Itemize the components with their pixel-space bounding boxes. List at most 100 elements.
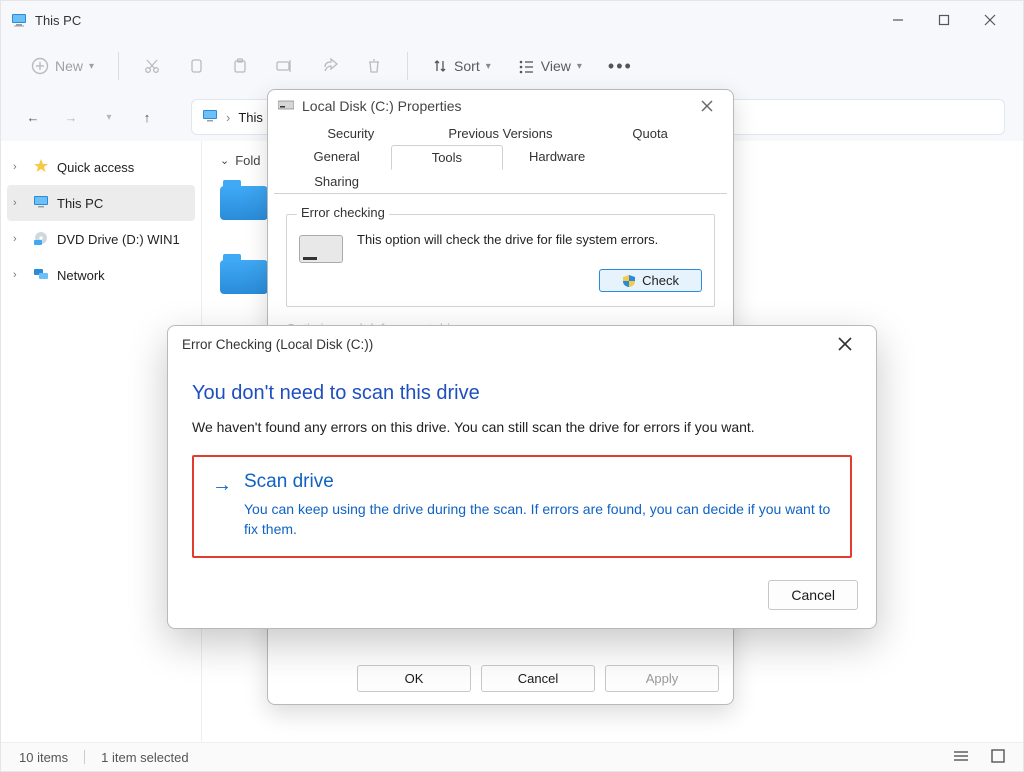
- properties-footer: OK Cancel Apply: [357, 665, 719, 692]
- thumbnails-view-toggle[interactable]: [991, 749, 1005, 766]
- scan-drive-option[interactable]: → Scan drive You can keep using the driv…: [192, 455, 852, 558]
- properties-tabs-row1: Security Previous Versions Quota: [268, 122, 733, 145]
- minimize-button[interactable]: [875, 4, 921, 36]
- error-checking-footer: Cancel: [168, 580, 876, 628]
- network-icon: [33, 266, 49, 285]
- tab-general[interactable]: General: [282, 145, 391, 170]
- error-checking-heading: You don't need to scan this drive: [192, 382, 852, 405]
- back-button[interactable]: ←: [19, 103, 47, 131]
- status-item-count: 10 items: [19, 750, 68, 765]
- check-button[interactable]: Check: [599, 269, 702, 292]
- cut-button[interactable]: [133, 51, 171, 81]
- delete-button[interactable]: [355, 51, 393, 81]
- properties-title: Local Disk (C:) Properties: [302, 98, 462, 114]
- share-icon: [321, 57, 339, 75]
- maximize-button[interactable]: [921, 4, 967, 36]
- sort-button[interactable]: Sort ▾: [422, 52, 501, 80]
- tab-security[interactable]: Security: [276, 122, 426, 145]
- chevron-right-icon: ›: [13, 161, 25, 173]
- error-checking-group: Error checking This option will check th…: [286, 214, 715, 307]
- this-pc-icon: [202, 108, 218, 127]
- tab-sharing[interactable]: Sharing: [282, 170, 391, 193]
- sort-icon: [432, 58, 448, 74]
- view-button[interactable]: View ▾: [507, 52, 592, 80]
- copy-button[interactable]: [177, 51, 215, 81]
- error-checking-title: Error Checking (Local Disk (C:)): [182, 337, 373, 352]
- tab-hardware[interactable]: Hardware: [503, 145, 612, 170]
- tab-tools[interactable]: Tools: [391, 145, 502, 170]
- sidebar-item-quick-access[interactable]: › Quick access: [1, 149, 201, 185]
- this-pc-icon: [11, 12, 27, 28]
- sidebar-item-label: Quick access: [57, 160, 134, 175]
- rename-icon: [275, 57, 295, 75]
- chevron-down-icon: ⌄: [220, 154, 229, 167]
- shield-icon: [622, 274, 636, 288]
- sort-label: Sort: [454, 58, 480, 74]
- chevron-right-icon: ›: [13, 233, 25, 245]
- plus-circle-icon: [31, 57, 49, 75]
- chevron-down-icon: ▾: [486, 61, 491, 72]
- scan-drive-description: You can keep using the drive during the …: [244, 499, 832, 540]
- close-button[interactable]: [967, 4, 1013, 36]
- chevron-right-icon: ›: [13, 197, 25, 209]
- trash-icon: [365, 57, 383, 75]
- drive-icon: [278, 99, 294, 114]
- sidebar-item-label: DVD Drive (D:) WIN1: [57, 232, 180, 247]
- breadcrumb-segment[interactable]: This: [238, 110, 263, 125]
- sidebar-item-label: Network: [57, 268, 105, 283]
- sidebar-item-network[interactable]: › Network: [1, 257, 201, 293]
- status-selected-count: 1 item selected: [101, 750, 188, 765]
- toolbar: New ▾ Sort ▾ View ▾ •••: [1, 39, 1023, 93]
- window-title: This PC: [35, 13, 81, 28]
- drive-icon: [299, 235, 343, 263]
- chevron-down-icon: ▾: [577, 61, 582, 72]
- disc-icon: [33, 230, 49, 249]
- rename-button[interactable]: [265, 51, 305, 81]
- chevron-right-icon: ›: [226, 110, 230, 125]
- properties-titlebar: Local Disk (C:) Properties: [268, 90, 733, 122]
- error-checking-description: This option will check the drive for fil…: [357, 231, 658, 249]
- sidebar-item-this-pc[interactable]: › This PC: [7, 185, 195, 221]
- check-label: Check: [642, 273, 679, 288]
- folder-tile[interactable]: [220, 260, 268, 294]
- tab-quota[interactable]: Quota: [575, 122, 725, 145]
- error-checking-body: You don't need to scan this drive We hav…: [168, 362, 876, 580]
- scissors-icon: [143, 57, 161, 75]
- group-title: Error checking: [297, 205, 389, 220]
- cancel-button[interactable]: Cancel: [768, 580, 858, 610]
- more-button[interactable]: •••: [598, 50, 643, 83]
- sidebar-item-dvd-drive[interactable]: › DVD Drive (D:) WIN1: [1, 221, 201, 257]
- this-pc-icon: [33, 194, 49, 213]
- star-icon: [33, 158, 49, 177]
- cancel-button[interactable]: Cancel: [481, 665, 595, 692]
- recent-dropdown[interactable]: ▾: [95, 103, 123, 131]
- details-view-toggle[interactable]: [953, 749, 969, 766]
- new-button[interactable]: New ▾: [21, 51, 104, 81]
- properties-close-button[interactable]: [691, 92, 723, 120]
- new-label: New: [55, 58, 83, 74]
- paste-button[interactable]: [221, 51, 259, 81]
- copy-icon: [187, 57, 205, 75]
- titlebar: This PC: [1, 1, 1023, 39]
- up-button[interactable]: ↑: [133, 103, 161, 131]
- folders-label: Fold: [235, 153, 260, 168]
- scan-drive-title: Scan drive: [244, 471, 832, 493]
- view-icon: [517, 58, 535, 74]
- statusbar: 10 items 1 item selected: [1, 742, 1023, 771]
- folder-tile[interactable]: [220, 186, 268, 220]
- error-checking-dialog: Error Checking (Local Disk (C:)) You don…: [167, 325, 877, 629]
- chevron-right-icon: ›: [13, 269, 25, 281]
- share-button[interactable]: [311, 51, 349, 81]
- error-checking-titlebar: Error Checking (Local Disk (C:)): [168, 326, 876, 362]
- ok-button[interactable]: OK: [357, 665, 471, 692]
- error-checking-close-button[interactable]: [828, 329, 862, 359]
- file-explorer-window: This PC New ▾ Sort ▾ View ▾ •••: [0, 0, 1024, 772]
- sidebar-item-label: This PC: [57, 196, 103, 211]
- clipboard-icon: [231, 57, 249, 75]
- tab-previous-versions[interactable]: Previous Versions: [426, 122, 576, 145]
- forward-button[interactable]: →: [57, 103, 85, 131]
- error-checking-message: We haven't found any errors on this driv…: [192, 419, 852, 435]
- arrow-right-icon: →: [212, 473, 232, 540]
- apply-button[interactable]: Apply: [605, 665, 719, 692]
- view-label: View: [541, 58, 571, 74]
